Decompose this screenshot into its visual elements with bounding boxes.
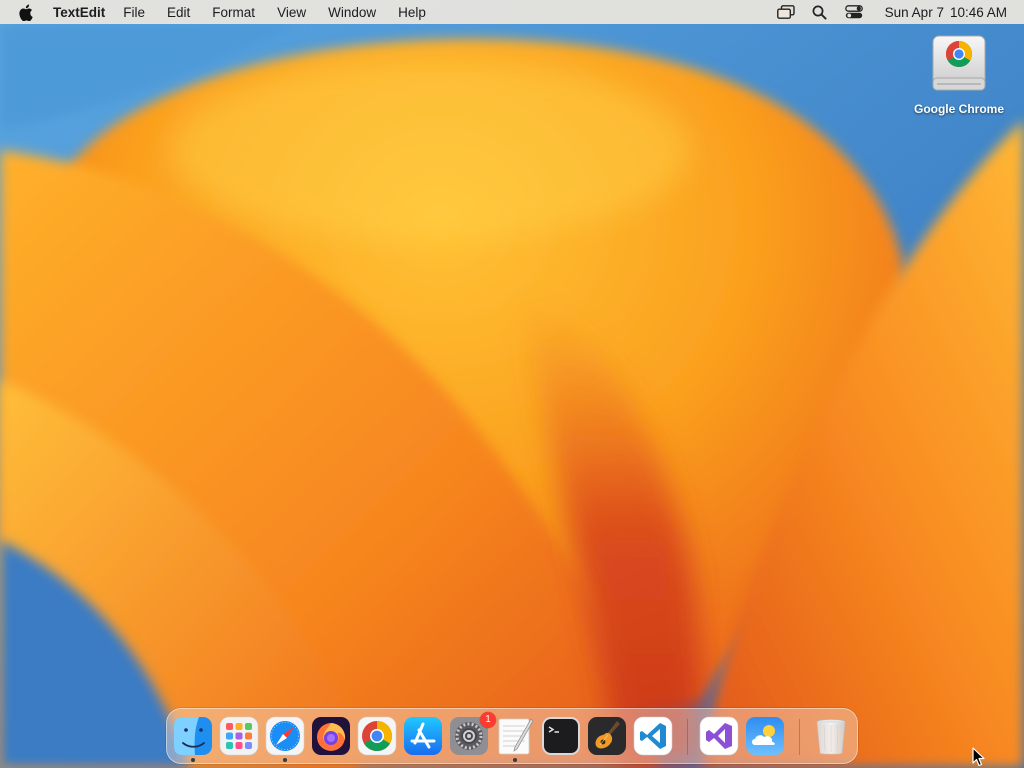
- wallpaper: [0, 0, 1024, 768]
- menu-app-name[interactable]: TextEdit: [53, 5, 105, 20]
- app-store-icon: [404, 717, 442, 755]
- spotlight-search-icon[interactable]: [803, 0, 837, 24]
- finder-icon: [174, 717, 212, 755]
- safari-icon: [265, 716, 305, 756]
- notification-badge: 1: [480, 712, 496, 728]
- trash-icon: [816, 719, 846, 755]
- desktop: TextEdit File Edit Format View Window He…: [0, 0, 1024, 768]
- screen-mirroring-icon[interactable]: [769, 0, 803, 24]
- menu-window[interactable]: Window: [328, 5, 376, 20]
- dock-separator: [799, 719, 800, 755]
- menu-clock[interactable]: Sun Apr 7 10:46 AM: [885, 5, 1007, 20]
- dock-running-indicator: [191, 758, 195, 762]
- dock-item-weather[interactable]: [745, 716, 785, 756]
- vscode-icon: [633, 716, 673, 756]
- desktop-icon-google-chrome[interactable]: Google Chrome: [904, 32, 1014, 116]
- dock-item-trash[interactable]: [811, 716, 851, 756]
- launchpad-icon: [219, 716, 259, 756]
- dock-item-launchpad[interactable]: [219, 716, 259, 756]
- dock-item-garageband[interactable]: [587, 716, 627, 756]
- apple-menu-icon[interactable]: [18, 3, 34, 21]
- weather-icon: [746, 717, 784, 755]
- dock: 1: [166, 708, 858, 764]
- menu-bar: TextEdit File Edit Format View Window He…: [0, 0, 1024, 24]
- dock-item-chrome[interactable]: [357, 716, 397, 756]
- dock-item-vscode[interactable]: [633, 716, 673, 756]
- dock-item-visual-studio[interactable]: [699, 716, 739, 756]
- menu-file[interactable]: File: [123, 5, 145, 20]
- menu-clock-date: Sun Apr 7: [884, 4, 944, 20]
- chrome-icon: [357, 716, 397, 756]
- chrome-drive-icon: [927, 32, 991, 96]
- textedit-icon: [498, 718, 534, 755]
- dock-item-safari[interactable]: [265, 716, 305, 756]
- desktop-icon-label: Google Chrome: [913, 102, 1004, 116]
- menu-edit[interactable]: Edit: [167, 5, 190, 20]
- visual-studio-icon: [699, 716, 739, 756]
- dock-item-textedit[interactable]: [495, 716, 535, 756]
- control-center-icon[interactable]: [837, 0, 871, 24]
- menu-format[interactable]: Format: [212, 5, 255, 20]
- dock-running-indicator: [283, 758, 287, 762]
- dock-item-system-settings[interactable]: 1: [449, 712, 496, 756]
- menu-help[interactable]: Help: [398, 5, 426, 20]
- menu-view[interactable]: View: [277, 5, 306, 20]
- dock-running-indicator: [513, 758, 517, 762]
- dock-separator: [687, 719, 688, 755]
- mouse-cursor-icon: [972, 747, 985, 767]
- dock-item-firefox[interactable]: [311, 716, 351, 756]
- firefox-icon: [312, 717, 350, 755]
- dock-item-app-store[interactable]: [403, 716, 443, 756]
- dock-item-terminal[interactable]: [541, 716, 581, 756]
- garageband-icon: [588, 717, 626, 755]
- menu-clock-time: 10:46 AM: [949, 4, 1007, 20]
- terminal-icon: [542, 717, 580, 755]
- dock-item-finder[interactable]: [173, 716, 213, 756]
